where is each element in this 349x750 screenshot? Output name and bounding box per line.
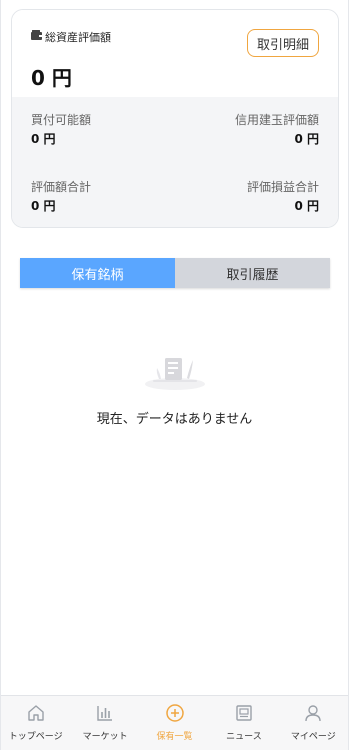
empty-state-message: 現在、データはありません: [96, 412, 253, 427]
tab-holdings[interactable]: 保有銘柄: [20, 258, 175, 288]
unrealized-pl-label: 評価損益合計: [246, 180, 319, 194]
nav-market[interactable]: マーケット: [70, 696, 139, 750]
valuation-total-value: 0 円: [31, 199, 56, 213]
buying-power-label: 買付可能額: [31, 113, 92, 127]
nav-top-page[interactable]: トップページ: [1, 696, 70, 750]
plus-circle-icon: [165, 704, 184, 722]
bottom-navigation: トップページ マーケット 保有一覧 ニュース マイページ: [1, 695, 348, 750]
chart-icon: [97, 706, 113, 721]
empty-document-icon: [145, 358, 205, 390]
nav-market-label: マーケット: [82, 732, 128, 742]
nav-news[interactable]: ニュース: [209, 696, 278, 750]
nav-holdings-label: 保有一覧: [156, 732, 193, 742]
margin-position-metric: 信用建玉評価額 0 円: [235, 113, 319, 146]
margin-position-value: 0 円: [294, 132, 319, 146]
nav-holdings[interactable]: 保有一覧: [140, 696, 209, 750]
valuation-total-label: 評価額合計: [31, 180, 92, 194]
unrealized-pl-value: 0 円: [294, 199, 319, 213]
total-assets-label: 総資産評価額: [45, 31, 111, 44]
asset-summary-card: 総資産評価額 0 円 取引明細 買付可能額 0 円 信用建玉評価額 0 円 評価…: [11, 9, 339, 228]
home-icon: [28, 705, 44, 721]
nav-my-page[interactable]: マイページ: [279, 696, 348, 750]
portfolio-page: 総資産評価額 0 円 取引明細 買付可能額 0 円 信用建玉評価額 0 円 評価…: [0, 0, 349, 750]
news-icon: [236, 705, 252, 721]
tab-trade-history[interactable]: 取引履歴: [175, 258, 330, 288]
holdings-tabs: 保有銘柄 取引履歴: [20, 258, 330, 288]
asset-metrics-panel: 買付可能額 0 円 信用建玉評価額 0 円 評価額合計 0 円 評価損益合計 0…: [12, 97, 338, 227]
buying-power-metric: 買付可能額 0 円: [31, 113, 91, 146]
nav-top-page-label: トップページ: [8, 732, 63, 742]
valuation-total-metric: 評価額合計 0 円: [31, 180, 91, 213]
buying-power-value: 0 円: [31, 132, 56, 146]
transaction-details-button[interactable]: 取引明細: [247, 29, 319, 57]
unrealized-pl-metric: 評価損益合計 0 円: [247, 180, 319, 213]
nav-news-label: ニュース: [226, 732, 262, 742]
asset-summary-header: 総資産評価額 0 円 取引明細: [12, 10, 338, 97]
margin-position-label: 信用建玉評価額: [234, 113, 319, 127]
wallet-icon: [31, 30, 43, 40]
user-icon: [305, 705, 322, 722]
total-assets-value: 0 円: [31, 66, 72, 90]
nav-my-page-label: マイページ: [290, 732, 336, 742]
